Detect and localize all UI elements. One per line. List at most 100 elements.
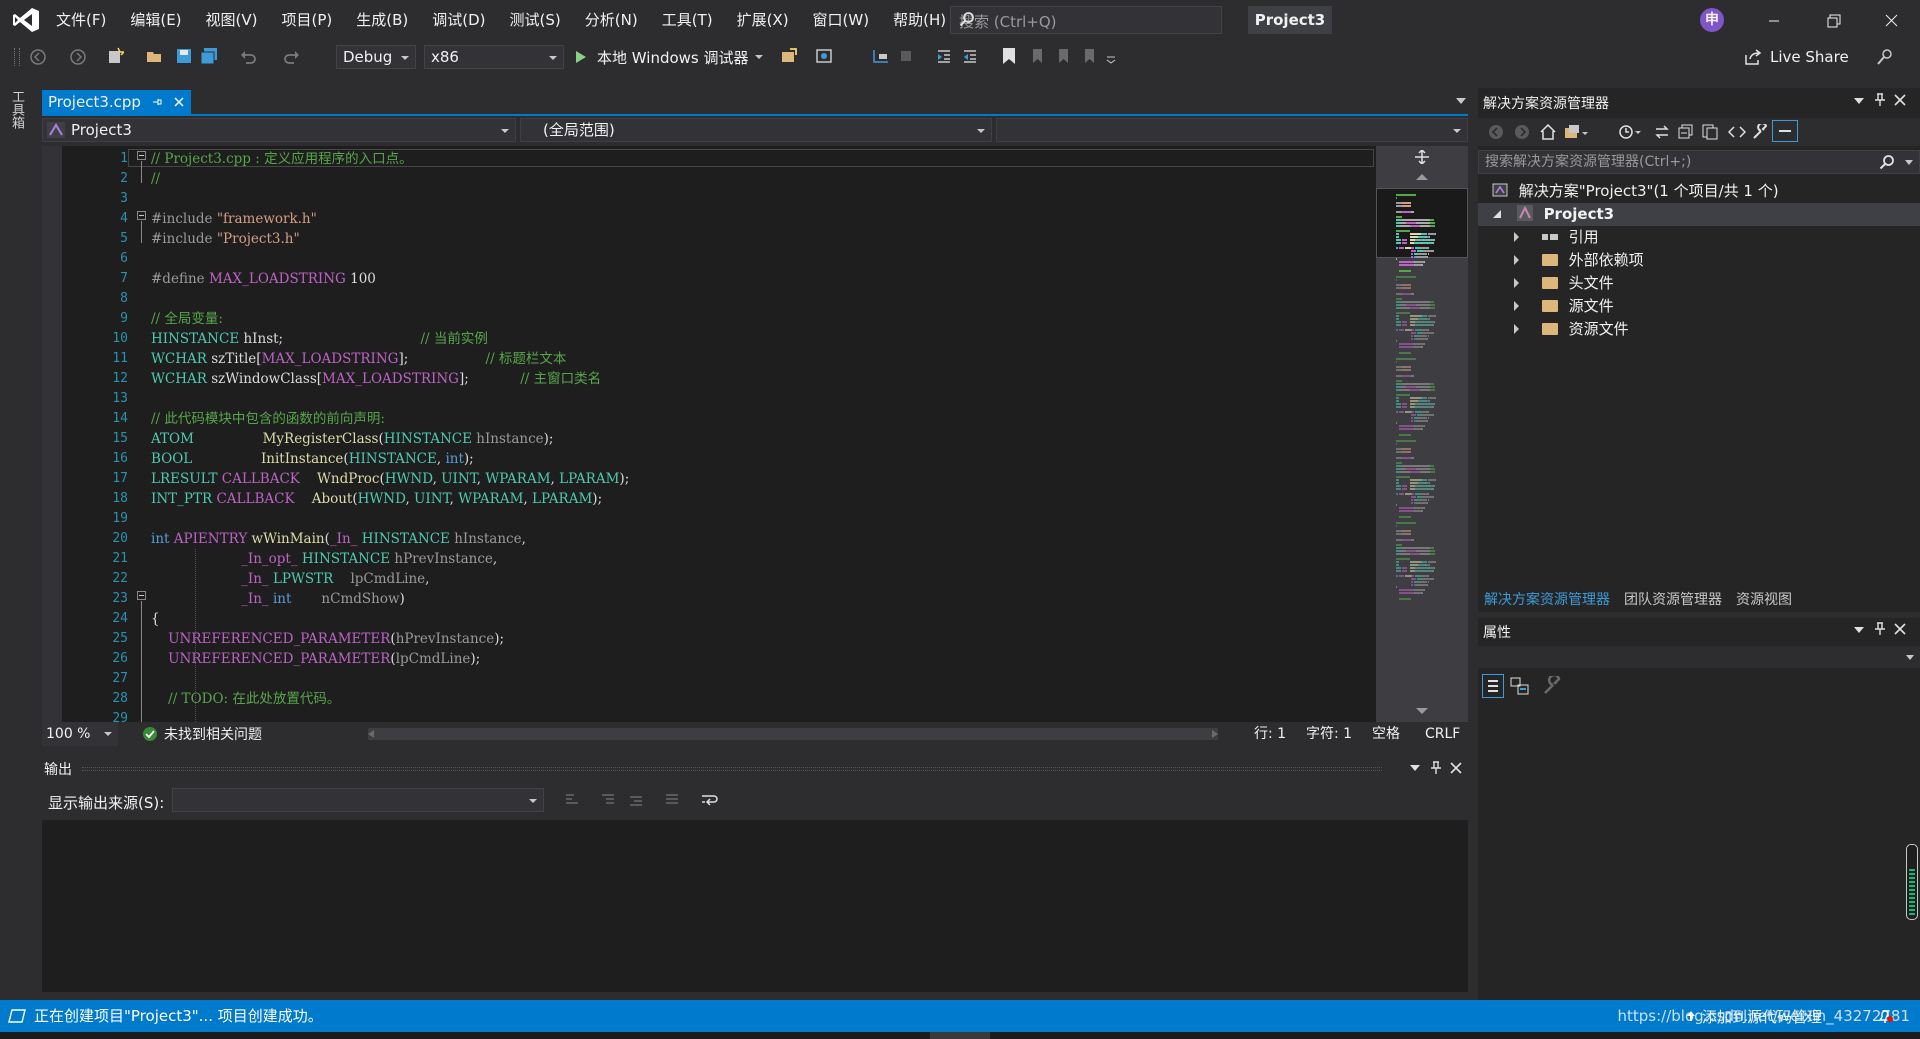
menu-project[interactable]: 项目(P) bbox=[270, 0, 345, 40]
expanded-triangle-icon[interactable] bbox=[1492, 209, 1502, 219]
collapse-icon[interactable] bbox=[137, 151, 146, 160]
navigate-back-icon[interactable] bbox=[30, 49, 46, 65]
collapse-all-icon[interactable] bbox=[1678, 124, 1694, 140]
platform-select[interactable]: x86 bbox=[424, 45, 564, 69]
project-nav-select[interactable]: Project3 bbox=[42, 118, 516, 142]
code-line[interactable]: WCHAR szWindowClass[MAX_LOADSTRING]; // … bbox=[151, 369, 629, 389]
alphabetical-view-icon[interactable] bbox=[1510, 676, 1530, 696]
horizontal-scrollbar[interactable] bbox=[368, 728, 1218, 740]
next-bookmark-icon[interactable] bbox=[1056, 48, 1072, 64]
scroll-down-icon[interactable] bbox=[1416, 708, 1428, 714]
panel-menu-icon[interactable] bbox=[1410, 765, 1420, 771]
ime-indicator[interactable]: 申 bbox=[1700, 8, 1724, 32]
menu-analyze[interactable]: 分析(N) bbox=[573, 0, 650, 40]
save-all-icon[interactable] bbox=[200, 48, 218, 64]
menu-window[interactable]: 窗口(W) bbox=[801, 0, 882, 40]
tab-overflow-icon[interactable] bbox=[1456, 98, 1466, 104]
code-line[interactable]: // bbox=[151, 169, 629, 189]
pin-icon[interactable] bbox=[151, 96, 163, 108]
clear-all-icon[interactable] bbox=[664, 792, 680, 808]
forward-icon[interactable] bbox=[1514, 124, 1530, 140]
code-line[interactable] bbox=[151, 189, 629, 209]
minimize-button[interactable] bbox=[1751, 4, 1797, 36]
menu-tools[interactable]: 工具(T) bbox=[650, 0, 725, 40]
code-line[interactable] bbox=[151, 509, 629, 529]
output-text-area[interactable] bbox=[42, 820, 1468, 992]
menu-view[interactable]: 视图(V) bbox=[194, 0, 270, 40]
breakpoint-gutter[interactable] bbox=[42, 146, 62, 722]
close-panel-icon[interactable] bbox=[1894, 623, 1906, 635]
collapse-icon[interactable] bbox=[137, 591, 146, 600]
outdent-icon[interactable] bbox=[936, 48, 952, 64]
code-line[interactable] bbox=[151, 289, 629, 309]
step-out-icon[interactable] bbox=[898, 48, 916, 64]
close-panel-icon[interactable] bbox=[1894, 94, 1906, 106]
line-indicator[interactable]: 行: 1 bbox=[1254, 722, 1286, 746]
chevron-right-icon[interactable] bbox=[1514, 324, 1519, 334]
save-icon[interactable] bbox=[176, 48, 192, 64]
code-line[interactable]: ATOM MyRegisterClass(HINSTANCE hInstance… bbox=[151, 429, 629, 449]
chevron-right-icon[interactable] bbox=[1514, 301, 1519, 311]
code-line[interactable]: UNREFERENCED_PARAMETER(hPrevInstance); bbox=[151, 629, 629, 649]
tab-solution-explorer[interactable]: 解决方案资源管理器 bbox=[1484, 589, 1610, 609]
toolbox-tab[interactable]: 工具箱 bbox=[7, 90, 26, 129]
menu-test[interactable]: 测试(S) bbox=[498, 0, 573, 40]
split-window-icon[interactable] bbox=[1415, 150, 1429, 164]
tree-item-external-dependencies[interactable]: 外部依赖项 bbox=[1514, 249, 1644, 272]
redo-icon[interactable] bbox=[284, 49, 300, 65]
code-line[interactable]: #include "Project3.h" bbox=[151, 229, 629, 249]
find-message-icon[interactable] bbox=[564, 792, 580, 808]
output-status-icon[interactable] bbox=[8, 1009, 26, 1023]
properties-wrench-icon[interactable] bbox=[1752, 124, 1768, 140]
taskbar-item[interactable] bbox=[930, 1032, 990, 1039]
sync-with-document-icon[interactable] bbox=[1654, 124, 1670, 140]
configuration-select[interactable]: Debug bbox=[336, 45, 416, 69]
switch-views-icon[interactable] bbox=[1564, 124, 1588, 140]
code-line[interactable]: INT_PTR CALLBACK About(HWND, UINT, WPARA… bbox=[151, 489, 629, 509]
back-icon[interactable] bbox=[1488, 124, 1504, 140]
solution-search-input[interactable]: 搜索解决方案资源管理器(Ctrl+;) bbox=[1478, 150, 1920, 174]
attach-process-icon[interactable] bbox=[780, 47, 798, 65]
tree-item-source-files[interactable]: 源文件 bbox=[1514, 295, 1614, 318]
code-line[interactable]: WCHAR szTitle[MAX_LOADSTRING]; // 标题栏文本 bbox=[151, 349, 629, 369]
close-tab-icon[interactable] bbox=[173, 96, 185, 108]
whitespace-indicator[interactable]: 空格 bbox=[1372, 722, 1400, 746]
toolbar-grip[interactable] bbox=[14, 48, 20, 66]
code-line[interactable]: int APIENTRY wWinMain(_In_ HINSTANCE hIn… bbox=[151, 529, 629, 549]
vertical-scrollbar-minimap[interactable] bbox=[1376, 146, 1468, 722]
bookmark-icon[interactable] bbox=[1002, 47, 1016, 65]
scroll-right-icon[interactable] bbox=[1212, 730, 1218, 738]
code-line[interactable]: BOOL InitInstance(HINSTANCE, int); bbox=[151, 449, 629, 469]
menu-edit[interactable]: 编辑(E) bbox=[118, 0, 193, 40]
solution-node[interactable]: 解决方案"Project3"(1 个项目/共 1 个) bbox=[1492, 180, 1779, 203]
step-into-icon[interactable] bbox=[872, 48, 890, 64]
scroll-up-icon[interactable] bbox=[1416, 174, 1428, 180]
tab-resource-view[interactable]: 资源视图 bbox=[1736, 589, 1792, 609]
code-editor[interactable]: 1 2 3 4 5 6 7 8 9 10 11 12 13 14 15 16 17 18 19 20 21 22 23 24 2… bbox=[42, 146, 1376, 722]
line-ending-indicator[interactable]: CRLF bbox=[1425, 722, 1460, 746]
previous-bookmark-icon[interactable] bbox=[1030, 48, 1046, 64]
start-debugger-button[interactable]: 本地 Windows 调试器 bbox=[575, 44, 763, 70]
output-source-select[interactable] bbox=[172, 788, 544, 812]
new-project-icon[interactable] bbox=[106, 47, 124, 65]
code-line[interactable] bbox=[151, 389, 629, 409]
home-icon[interactable] bbox=[1540, 124, 1556, 140]
close-button[interactable] bbox=[1868, 4, 1914, 36]
add-to-source-control-button[interactable]: 添加到源代码管理 bbox=[1686, 1000, 1822, 1032]
open-file-icon[interactable] bbox=[146, 48, 164, 64]
previous-message-icon[interactable] bbox=[600, 792, 616, 808]
navigate-forward-icon[interactable] bbox=[70, 49, 86, 65]
zoom-select[interactable]: 100 % bbox=[42, 722, 118, 746]
panel-menu-icon[interactable] bbox=[1854, 98, 1864, 104]
pin-icon[interactable] bbox=[1430, 761, 1442, 775]
code-line[interactable]: _In_ LPWSTR lpCmdLine, bbox=[151, 569, 629, 589]
property-pages-wrench-icon[interactable] bbox=[1542, 676, 1562, 696]
search-icon[interactable] bbox=[959, 11, 1213, 27]
menu-help[interactable]: 帮助(H) bbox=[881, 0, 958, 40]
menu-file[interactable]: 文件(F) bbox=[44, 0, 118, 40]
menu-extensions[interactable]: 扩展(X) bbox=[725, 0, 801, 40]
code-line[interactable]: HINSTANCE hInst; // 当前实例 bbox=[151, 329, 629, 349]
word-wrap-icon[interactable] bbox=[700, 792, 718, 808]
panel-grip[interactable] bbox=[82, 767, 1382, 771]
tab-team-explorer[interactable]: 团队资源管理器 bbox=[1624, 589, 1722, 609]
